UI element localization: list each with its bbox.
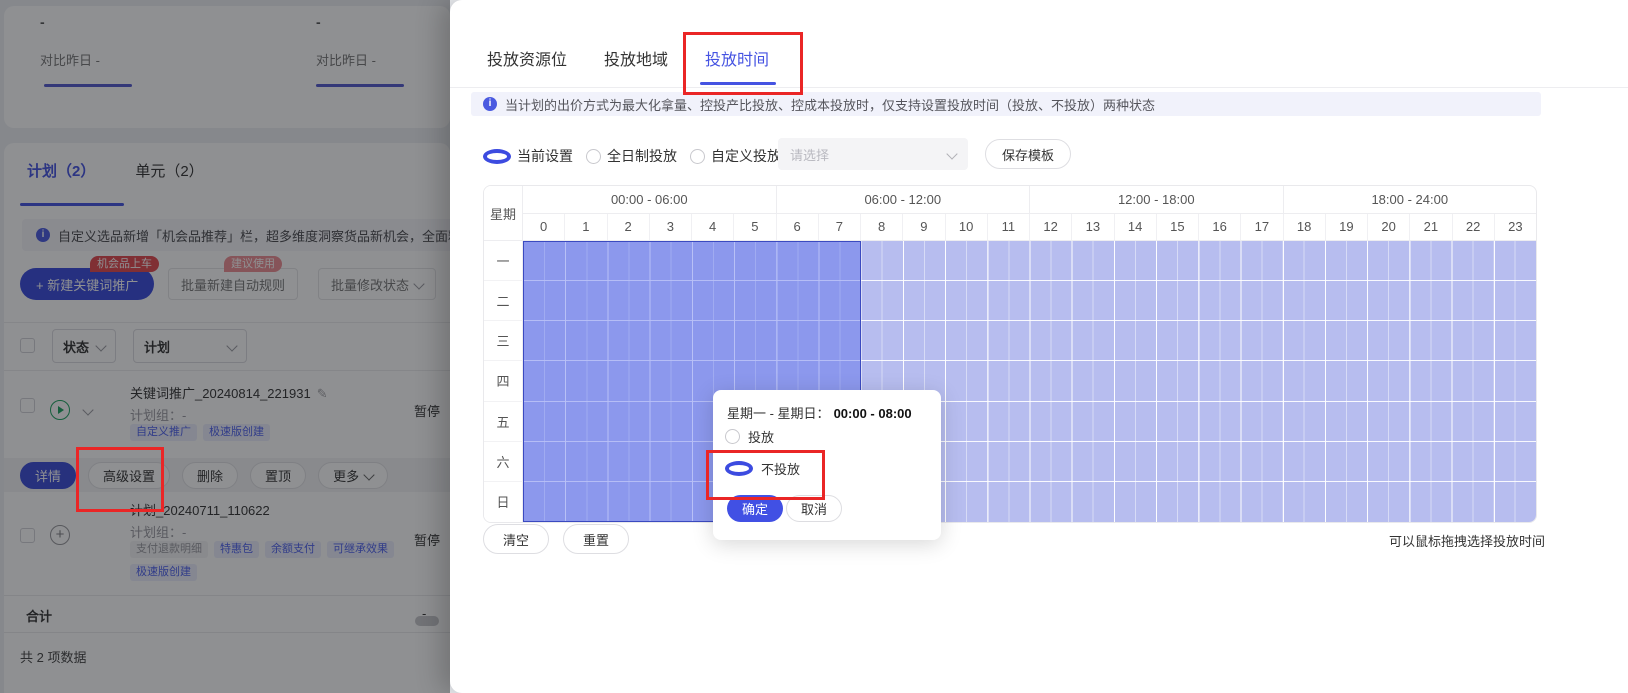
tab-divider xyxy=(450,87,1628,88)
schedule-cells[interactable] xyxy=(523,441,1536,482)
day-label: 六 xyxy=(484,441,523,482)
hour-label: 3 xyxy=(648,214,691,240)
schedule-day-row: 四 xyxy=(484,361,1536,402)
hour-label: 20 xyxy=(1367,214,1409,240)
reset-button[interactable]: 重置 xyxy=(563,524,629,554)
screenshot-root: - 对比昨日 - - 对比昨日 - 计划（2） 单元（2） i 自定义选品新增「机… xyxy=(0,0,1628,693)
save-template-button[interactable]: 保存模板 xyxy=(985,139,1072,169)
schedule-day-rows: 一二三四五六日 xyxy=(484,241,1536,522)
hour-label: 8 xyxy=(860,214,902,240)
hour-label: 9 xyxy=(902,214,944,240)
info-icon: i xyxy=(483,97,497,111)
popup-option-label: 投放 xyxy=(748,429,775,445)
mode-option-label: 当前设置 xyxy=(517,148,573,164)
confirm-button[interactable]: 确定 xyxy=(727,495,784,522)
hour-label: 16 xyxy=(1198,214,1240,240)
radio-icon xyxy=(483,148,511,164)
modal-tab[interactable]: 投放时间 xyxy=(705,46,769,70)
schedule-cells[interactable] xyxy=(523,481,1536,522)
week-header-cell: 星期 xyxy=(484,186,523,241)
schedule-cells[interactable] xyxy=(523,241,1536,282)
schedule-cells[interactable] xyxy=(523,401,1536,442)
radio-icon xyxy=(586,148,601,164)
hour-label: 0 xyxy=(540,219,548,234)
time-range-label: 06:00 - 12:00 xyxy=(775,186,1030,213)
popup-title: 星期一 - 星期日： 00:00 - 08:00 xyxy=(727,403,912,422)
modal-tabs: 投放资源位 投放地域 投放时间 xyxy=(487,46,769,70)
schedule-cells[interactable] xyxy=(523,321,1536,362)
radio-icon xyxy=(725,428,740,444)
chevron-down-icon xyxy=(946,148,958,160)
hour-label: 23 xyxy=(1493,214,1536,240)
popup-range-label: 星期一 - 星期日： xyxy=(727,406,830,421)
time-range-header: 00:00 - 06:00 06:00 - 12:00 12:00 - 18:00 1… xyxy=(523,186,1536,214)
hour-label: 17 xyxy=(1240,214,1282,240)
delivery-settings-modal: 投放资源位 投放地域 投放时间 i 当计划的出价方式为最大化拿量、控投产比投放、控成… xyxy=(450,0,1628,693)
day-label: 一 xyxy=(484,241,523,282)
hour-label: 18 xyxy=(1282,214,1325,240)
popup-option-label: 不投放 xyxy=(761,461,801,477)
day-label: 四 xyxy=(484,361,523,402)
popup-option[interactable]: 投放 xyxy=(725,428,800,445)
notice-bar: i 当计划的出价方式为最大化拿量、控投产比投放、控成本投放时，仅支持设置投放时间… xyxy=(471,92,1541,116)
hour-label: 4 xyxy=(691,214,733,240)
mode-option[interactable]: 全日制投放 xyxy=(586,146,677,166)
drag-hint-text: 可以鼠标拖拽选择投放时间 xyxy=(1388,534,1545,549)
radio-icon xyxy=(725,460,753,476)
schedule-day-row: 日 xyxy=(484,481,1536,522)
modal-backdrop xyxy=(0,0,450,693)
hour-label: 1 xyxy=(564,214,606,240)
hour-label: 10 xyxy=(944,214,987,240)
hour-label: 2 xyxy=(606,214,649,240)
popup-option[interactable]: 不投放 xyxy=(725,460,801,477)
schedule-day-row: 五 xyxy=(484,401,1536,442)
active-tab-underline xyxy=(700,82,776,85)
time-range-label: 18:00 - 24:00 xyxy=(1282,186,1537,213)
schedule-grid: 星期 00:00 - 06:00 06:00 - 12:00 12:00 - 18:… xyxy=(483,185,1537,523)
modal-tab[interactable]: 投放地域 xyxy=(604,46,668,70)
day-label: 五 xyxy=(484,401,523,442)
notice-text: 当计划的出价方式为最大化拿量、控投产比投放、控成本投放时，仅支持设置投放时间（投… xyxy=(505,97,1156,113)
time-range-label: 00:00 - 06:00 xyxy=(610,192,688,207)
radio-icon xyxy=(690,148,705,164)
hour-label: 5 xyxy=(733,214,775,240)
schedule-day-row: 三 xyxy=(484,321,1536,362)
schedule-day-row: 六 xyxy=(484,441,1536,482)
clear-button[interactable]: 清空 xyxy=(483,524,549,554)
hour-label: 13 xyxy=(1071,214,1113,240)
time-range-label: 12:00 - 18:00 xyxy=(1029,186,1283,213)
hour-label: 22 xyxy=(1451,214,1494,240)
modal-tab[interactable]: 投放资源位 xyxy=(487,46,567,70)
hour-label: 19 xyxy=(1324,214,1367,240)
hour-label: 12 xyxy=(1029,214,1071,240)
hour-label: 14 xyxy=(1113,214,1156,240)
hour-label: 7 xyxy=(817,214,860,240)
schedule-cells[interactable] xyxy=(523,361,1536,402)
day-label: 日 xyxy=(484,481,523,522)
schedule-day-row: 二 xyxy=(484,281,1536,322)
popup-options: 投放不投放 xyxy=(725,428,801,477)
day-label: 三 xyxy=(484,321,523,362)
template-select[interactable]: 请选择 xyxy=(778,138,968,170)
schedule-cells[interactable] xyxy=(523,281,1536,322)
mode-option[interactable]: 当前设置 xyxy=(483,146,573,166)
cancel-button[interactable]: 取消 xyxy=(786,495,843,522)
day-label: 二 xyxy=(484,281,523,322)
hour-header: 0 1 2 3 4 5 6 7 8 9 10 11 12 13 14 15 16 17 18 19 20 21 22 23 xyxy=(523,214,1536,241)
hour-label: 11 xyxy=(986,214,1029,240)
mode-option-label: 全日制投放 xyxy=(607,148,677,164)
time-selection-popup: 星期一 - 星期日： 00:00 - 08:00 投放不投放 确定 取消 xyxy=(713,390,941,540)
schedule-day-row: 一 xyxy=(484,241,1536,282)
hour-label: 6 xyxy=(775,214,818,240)
hour-label: 21 xyxy=(1409,214,1451,240)
template-select-placeholder: 请选择 xyxy=(790,147,830,163)
popup-range-time: 00:00 - 08:00 xyxy=(833,406,912,421)
hour-label: 15 xyxy=(1155,214,1198,240)
